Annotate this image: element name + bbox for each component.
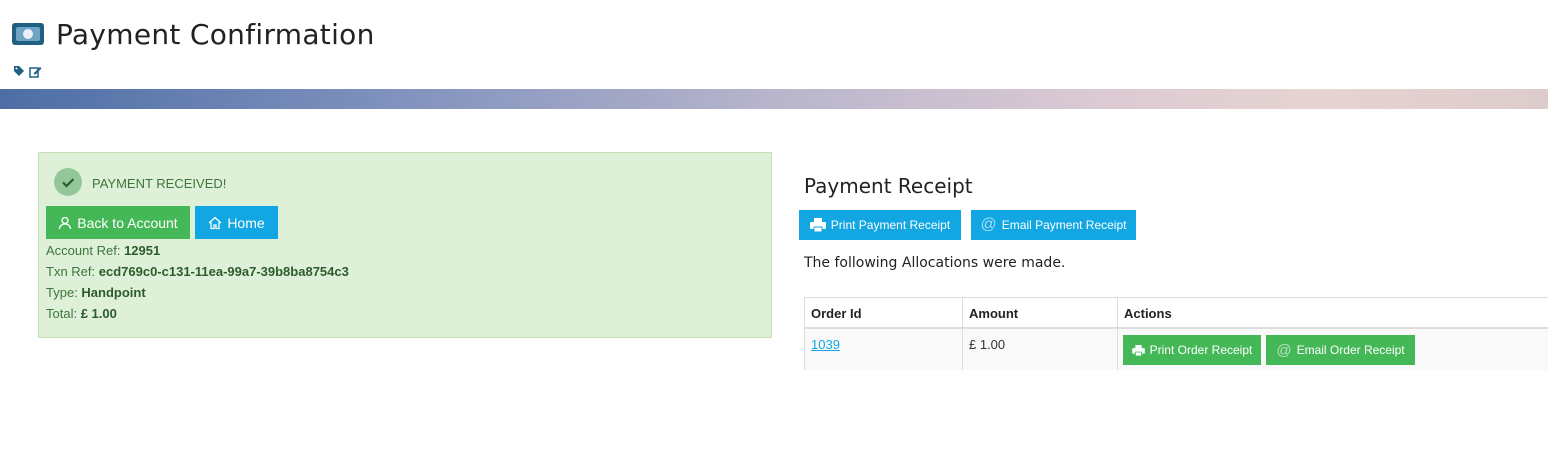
payment-success-alert: PAYMENT RECEIVED! Back to Account Home A… (38, 152, 772, 338)
home-icon (208, 216, 222, 229)
allocations-table: Order Id Amount Actions 1039 £ 1.00 Prin… (804, 297, 1548, 370)
home-label: Home (227, 214, 265, 231)
alert-title: PAYMENT RECEIVED! (92, 176, 227, 191)
total-row: Total: £ 1.00 (46, 306, 117, 321)
check-icon (54, 168, 82, 196)
page-header: Payment Confirmation (0, 0, 1548, 88)
header-order-id: Order Id (804, 297, 962, 329)
print-icon (1131, 344, 1145, 356)
edit-icon[interactable] (29, 65, 42, 78)
txn-ref-row: Txn Ref: ecd769c0-c131-11ea-99a7-39b8ba8… (46, 264, 349, 279)
at-icon: @ (1276, 341, 1292, 359)
header-actions: Actions (1117, 297, 1548, 329)
txn-ref-value: ecd769c0-c131-11ea-99a7-39b8ba8754c3 (98, 264, 349, 279)
tag-icon[interactable] (13, 65, 25, 77)
user-icon (59, 216, 72, 229)
header-banner (0, 89, 1548, 109)
receipt-title: Payment Receipt (804, 174, 973, 198)
type-label: Type: (46, 285, 78, 300)
total-value: £ 1.00 (80, 306, 117, 321)
at-icon: @ (980, 216, 997, 233)
back-to-account-button[interactable]: Back to Account (46, 206, 190, 239)
email-order-receipt-button[interactable]: @ Email Order Receipt (1266, 335, 1415, 365)
order-link[interactable]: 1039 (811, 337, 840, 352)
type-value: Handpoint (81, 285, 146, 300)
page-title: Payment Confirmation (56, 18, 375, 51)
email-payment-receipt-label: Email Payment Receipt (1001, 218, 1127, 232)
email-payment-receipt-button[interactable]: @ Email Payment Receipt (971, 210, 1136, 240)
email-order-receipt-label: Email Order Receipt (1296, 343, 1405, 357)
cell-amount: £ 1.00 (962, 329, 1117, 370)
account-ref-row: Account Ref: 12951 (46, 243, 160, 258)
cell-order-id: 1039 (804, 329, 962, 370)
type-row: Type: Handpoint (46, 285, 146, 300)
account-ref-value: 12951 (124, 243, 161, 258)
back-to-account-label: Back to Account (77, 214, 178, 231)
account-ref-label: Account Ref: (46, 243, 121, 258)
total-label: Total: (46, 306, 78, 321)
print-order-receipt-button[interactable]: Print Order Receipt (1123, 335, 1261, 365)
page-actions (13, 65, 42, 78)
txn-ref-label: Txn Ref: (46, 264, 96, 279)
print-payment-receipt-button[interactable]: Print Payment Receipt (799, 210, 961, 240)
print-icon (809, 218, 826, 232)
allocations-text: The following Allocations were made. (804, 255, 1066, 271)
home-button[interactable]: Home (195, 206, 278, 239)
header-amount: Amount (962, 297, 1117, 329)
print-payment-receipt-label: Print Payment Receipt (830, 218, 951, 232)
print-order-receipt-label: Print Order Receipt (1149, 343, 1253, 357)
money-icon (12, 23, 44, 45)
